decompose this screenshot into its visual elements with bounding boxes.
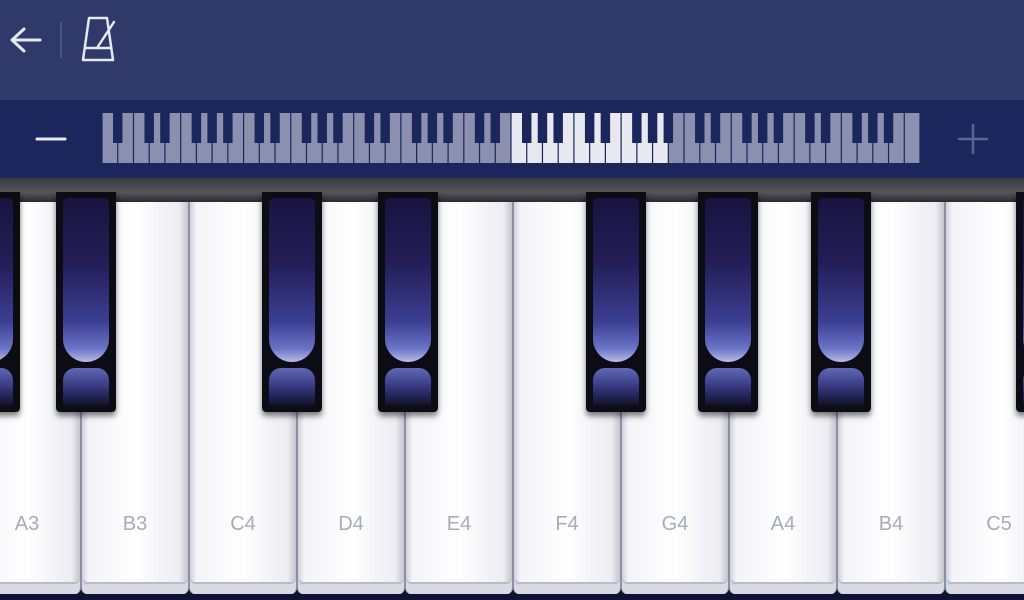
key-label: D4 xyxy=(338,513,364,535)
black-key-f-sharp-4[interactable] xyxy=(586,192,646,412)
mini-black-key xyxy=(553,113,563,143)
zoom-out-button[interactable] xyxy=(30,118,72,160)
black-key-g-sharp-3[interactable] xyxy=(0,192,20,412)
mini-black-key xyxy=(380,113,390,143)
mini-white-key xyxy=(904,113,920,163)
black-key-d-sharp-4[interactable] xyxy=(378,192,438,412)
mini-black-key xyxy=(301,113,312,143)
mini-black-key xyxy=(333,113,343,143)
mini-black-key xyxy=(757,113,768,143)
key-label: A3 xyxy=(14,513,40,535)
metronome-button[interactable] xyxy=(76,14,120,66)
minus-icon xyxy=(35,137,67,141)
zoom-in-button[interactable] xyxy=(952,118,994,160)
black-key-c-sharp-5[interactable] xyxy=(1016,192,1024,412)
mini-black-key xyxy=(522,113,532,143)
key-label: F4 xyxy=(555,513,579,535)
key-label: C5 xyxy=(986,513,1012,535)
mini-black-key xyxy=(317,113,327,143)
black-key-a-sharp-3[interactable] xyxy=(56,192,116,412)
top-bar xyxy=(0,0,1024,100)
mini-black-key xyxy=(883,113,894,143)
key-label: B3 xyxy=(122,513,148,535)
mini-black-key xyxy=(632,113,642,143)
mini-black-key xyxy=(443,113,453,143)
mini-black-key xyxy=(254,113,265,143)
mini-black-key xyxy=(270,113,280,143)
mini-black-key xyxy=(710,113,721,143)
plus-icon xyxy=(957,123,989,155)
mini-black-key xyxy=(427,113,438,143)
mini-black-key xyxy=(537,113,548,143)
black-key-a-sharp-4[interactable] xyxy=(811,192,871,412)
key-label: G4 xyxy=(661,513,689,535)
mini-black-key xyxy=(805,113,815,143)
mini-black-key xyxy=(490,113,500,143)
piano-keyboard: A3 B3 C4 D4 E4 F4 G4 A4 B4 C5 xyxy=(0,178,1024,600)
mini-black-key xyxy=(364,113,375,143)
mini-black-key xyxy=(663,113,674,143)
arrow-left-icon xyxy=(10,27,42,53)
white-key-c5[interactable]: C5 xyxy=(945,202,1024,594)
black-key-c-sharp-4[interactable] xyxy=(262,192,322,412)
mini-black-key xyxy=(647,113,658,143)
black-key-g-sharp-4[interactable] xyxy=(698,192,758,412)
key-label: C4 xyxy=(230,513,256,535)
mini-black-key xyxy=(191,113,202,143)
mini-black-key xyxy=(207,113,217,143)
mini-black-key xyxy=(144,113,154,143)
mini-black-key xyxy=(411,113,422,143)
mini-black-key xyxy=(742,113,752,143)
mini-black-key xyxy=(695,113,705,143)
mini-black-key xyxy=(584,113,595,143)
key-label: B4 xyxy=(878,513,904,535)
mini-black-key xyxy=(852,113,862,143)
back-button[interactable] xyxy=(6,22,46,58)
toolbar-divider xyxy=(60,22,62,58)
key-label: E4 xyxy=(446,513,472,535)
mini-black-key xyxy=(113,113,123,143)
mini-black-key xyxy=(600,113,611,143)
keyboard-range-slider[interactable] xyxy=(102,113,920,163)
metronome-icon xyxy=(81,16,116,62)
mini-black-key xyxy=(223,113,233,143)
mini-black-key xyxy=(160,113,170,143)
mini-black-key xyxy=(773,113,784,143)
mini-black-key xyxy=(474,113,485,143)
mini-black-key xyxy=(868,113,878,143)
key-label: A4 xyxy=(770,513,796,535)
mini-black-key xyxy=(820,113,831,143)
